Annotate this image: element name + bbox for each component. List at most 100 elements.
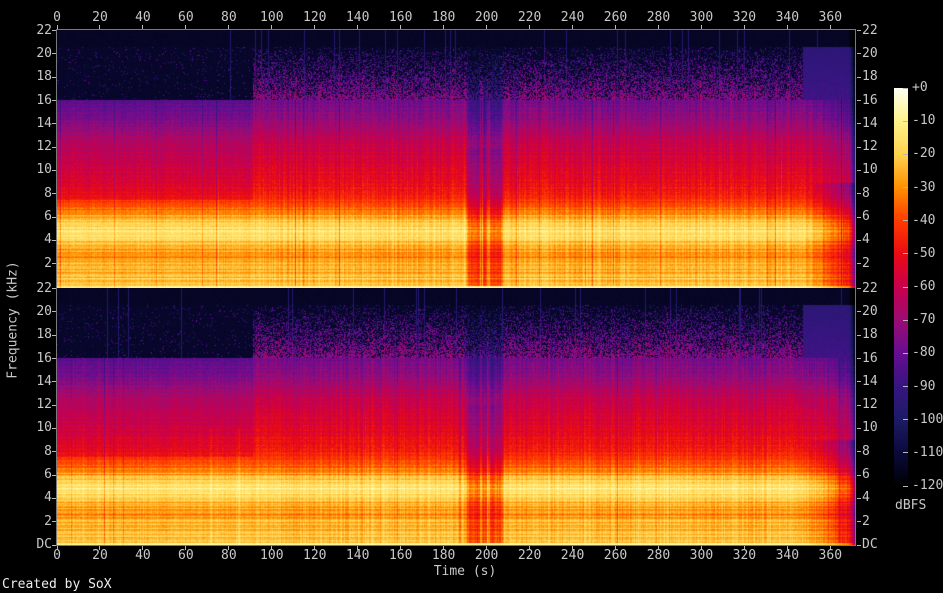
x-tick-label-bottom: 320 [732, 548, 757, 563]
y-tick-label-right-ch2: 20 [862, 303, 878, 319]
x-tick-label-top: 120 [303, 10, 327, 25]
y-tick-label-left-ch2: 8 [44, 443, 52, 459]
colorbar-tick-label: -20 [912, 146, 936, 162]
y-tick-label-left-ch1: 18 [36, 69, 52, 85]
x-tick-label-top: 140 [345, 10, 370, 25]
y-tick-label-left-ch2: 10 [36, 420, 52, 436]
y-tick-label-left-ch2: 6 [44, 467, 52, 483]
y-tick-mark-right-ch1 [857, 76, 861, 78]
x-tick-label-bottom: 260 [603, 548, 628, 563]
colorbar-tick-mark [903, 286, 908, 288]
y-tick-label-right-ch1: 10 [862, 162, 878, 178]
colorbar-tick-mark [903, 352, 908, 354]
colorbar-tick-label: -70 [912, 312, 936, 328]
x-tick-label-bottom: 220 [517, 548, 542, 563]
y-tick-mark-right-ch2 [857, 404, 861, 406]
colorbar-tick-label: -120 [912, 478, 943, 493]
spectrogram-channel-right [57, 288, 855, 545]
colorbar-tick-mark [903, 220, 908, 222]
x-tick-label-top: 280 [646, 10, 671, 25]
colorbar-tick-mark [903, 452, 908, 454]
y-tick-label-left-ch1: 6 [44, 209, 52, 225]
y-tick-label-right-ch2: 8 [862, 443, 870, 459]
y-tick-mark-right-ch2 [857, 381, 861, 383]
colorbar-tick-label: -90 [912, 378, 936, 394]
colorbar-tick-label: -60 [912, 279, 936, 294]
x-tick-label-bottom: 160 [388, 548, 413, 563]
x-tick-label-bottom: 140 [345, 548, 370, 563]
x-tick-label-top: 300 [689, 10, 714, 25]
x-tick-label-bottom: 40 [135, 548, 151, 563]
y-tick-mark-right-ch2 [857, 497, 861, 499]
y-tick-mark-left-ch2 [52, 474, 56, 476]
y-tick-label-left-ch1: 10 [36, 162, 52, 178]
x-tick-label-top: 340 [775, 10, 800, 25]
x-axis-title: Time (s) [433, 564, 497, 579]
x-tick-label-bottom: 100 [260, 548, 284, 563]
x-tick-label-bottom: 280 [646, 548, 671, 563]
spectrogram-channel-left [57, 30, 855, 288]
y-tick-mark-left-ch2 [52, 334, 56, 336]
colorbar-unit-label: dBFS [895, 498, 927, 513]
x-tick-label-bottom: 60 [178, 548, 194, 563]
colorbar-tick-label: -100 [912, 411, 943, 427]
y-tick-label-right-ch1: 22 [862, 22, 878, 38]
y-tick-mark-left-ch1 [52, 123, 56, 125]
y-tick-mark-right-ch1 [857, 239, 861, 241]
x-tick-label-bottom: 20 [92, 548, 108, 563]
y-tick-label-left-ch2: 12 [36, 397, 52, 413]
x-tick-mark-top [400, 25, 402, 29]
y-tick-label-right-ch2: 12 [862, 397, 878, 413]
sox-spectrogram-window: 0 0 20 20 40 40 60 60 80 80 100 100 120 120 140 140 160 1… [0, 0, 943, 593]
x-tick-mark-top [657, 25, 659, 29]
y-tick-label-right-ch2: 4 [862, 490, 870, 506]
y-tick-label-left-ch1: 8 [44, 185, 52, 201]
colorbar-tick-mark [903, 187, 908, 188]
colorbar-tick-label: -30 [912, 179, 936, 195]
x-tick-label-top: 20 [92, 10, 108, 25]
x-tick-mark-top [99, 25, 101, 29]
x-tick-label-bottom: 340 [775, 548, 800, 563]
y-tick-mark-right-ch1 [857, 53, 861, 55]
x-tick-label-bottom: 200 [474, 548, 499, 563]
y-tick-mark-left-ch2 [52, 497, 56, 499]
x-tick-mark-top [271, 25, 273, 29]
x-tick-label-bottom: 80 [221, 548, 237, 563]
colorbar-tick-label: -110 [912, 444, 943, 460]
x-tick-mark-top [357, 25, 359, 29]
y-tick-mark-left-ch2 [52, 288, 56, 290]
y-tick-label-right-ch2: DC [862, 537, 878, 552]
colorbar-tick-mark [903, 120, 908, 122]
y-tick-mark-left-ch1 [52, 30, 56, 32]
x-tick-mark-top [443, 25, 445, 29]
y-tick-mark-right-ch1 [857, 216, 861, 218]
y-tick-mark-left-ch1 [52, 169, 56, 171]
y-tick-mark-left-ch1 [52, 146, 56, 148]
x-tick-label-top: 200 [474, 10, 499, 25]
x-tick-label-top: 60 [178, 10, 194, 25]
y-tick-mark-left-ch2 [52, 521, 56, 523]
x-tick-mark-top [486, 25, 488, 29]
colorbar-tick-mark [903, 386, 908, 387]
x-tick-label-top: 80 [221, 10, 237, 25]
colorbar-tick-mark [903, 419, 908, 421]
x-tick-mark-top [786, 25, 788, 29]
x-tick-label-bottom: 120 [303, 548, 327, 563]
y-tick-mark-left-ch1 [52, 76, 56, 78]
y-tick-label-left-ch1: 14 [36, 115, 52, 131]
y-tick-mark-right-ch1 [857, 30, 861, 32]
y-tick-mark-right-ch2 [857, 427, 861, 429]
x-tick-label-bottom: 0 [53, 548, 61, 563]
colorbar-tick-mark [903, 153, 908, 155]
y-tick-label-right-ch1: 20 [862, 45, 878, 61]
y-tick-mark-right-ch2 [857, 311, 861, 313]
y-tick-mark-left-ch1 [52, 53, 56, 55]
x-tick-mark-top [614, 25, 616, 29]
colorbar-tick-label: +0 [912, 80, 928, 95]
colorbar-tick-mark [903, 253, 908, 255]
y-tick-label-right-ch2: 2 [862, 513, 870, 529]
y-tick-label-right-ch1: 2 [862, 255, 870, 271]
x-tick-label-bottom: 240 [560, 548, 585, 563]
x-tick-mark-top [700, 25, 702, 29]
y-tick-mark-right-ch1 [857, 146, 861, 148]
